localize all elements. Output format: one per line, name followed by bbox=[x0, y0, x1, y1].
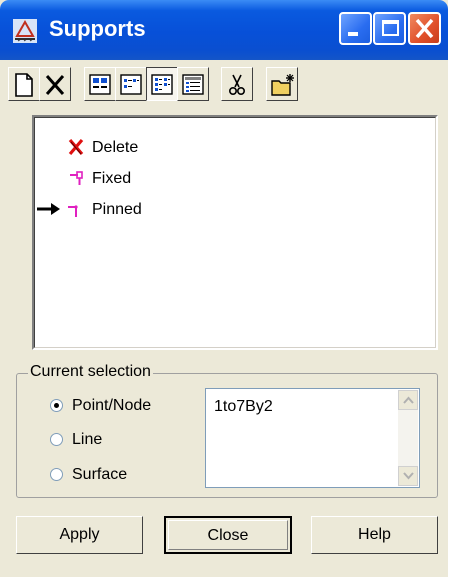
help-label: Help bbox=[358, 526, 391, 543]
red-x-icon bbox=[68, 138, 84, 156]
pinned-support-icon bbox=[68, 205, 78, 217]
large-icons-view-icon bbox=[89, 74, 111, 95]
current-arrow-icon bbox=[37, 203, 60, 215]
radio-point-node[interactable]: Point/Node bbox=[50, 397, 190, 419]
new-folder-button[interactable] bbox=[266, 67, 298, 101]
apply-label: Apply bbox=[59, 526, 100, 543]
supports-dialog: Supports Delete Fixed Pinned Current sel… bbox=[0, 0, 448, 577]
list-item-label: Pinned bbox=[92, 201, 142, 218]
selection-textarea[interactable]: 1to7By2 bbox=[205, 388, 420, 488]
radio-label: Point/Node bbox=[72, 397, 152, 414]
radio-label: Line bbox=[72, 431, 103, 448]
details-view-button[interactable] bbox=[177, 67, 209, 101]
current-selection-legend: Current selection bbox=[28, 363, 153, 381]
radio-surface[interactable]: Surface bbox=[50, 466, 160, 488]
radio-line[interactable]: Line bbox=[50, 431, 150, 453]
scroll-up-button[interactable] bbox=[398, 390, 418, 410]
chevron-down-icon bbox=[403, 472, 414, 480]
radio-indicator bbox=[50, 433, 63, 446]
radio-indicator bbox=[50, 399, 63, 412]
list-view-icon bbox=[151, 74, 173, 95]
radio-label: Surface bbox=[72, 466, 128, 483]
scroll-down-button[interactable] bbox=[398, 466, 418, 486]
delete-toolbar-button[interactable] bbox=[39, 67, 71, 101]
list-item-pinned[interactable]: Pinned bbox=[34, 198, 194, 222]
help-button[interactable]: Help bbox=[311, 516, 438, 554]
close-button[interactable]: Close bbox=[164, 516, 292, 554]
new-folder-icon bbox=[271, 74, 294, 96]
selection-value: 1to7By2 bbox=[214, 398, 273, 415]
close-icon bbox=[415, 18, 434, 39]
cut-button[interactable] bbox=[221, 67, 253, 101]
small-icons-view-icon bbox=[120, 74, 142, 95]
close-label: Close bbox=[207, 527, 249, 544]
maximize-icon bbox=[382, 20, 399, 36]
new-document-icon bbox=[15, 73, 33, 97]
list-item-delete[interactable]: Delete bbox=[68, 136, 188, 160]
x-icon bbox=[45, 75, 65, 95]
large-icons-button[interactable] bbox=[84, 67, 116, 101]
list-item-label: Fixed bbox=[92, 170, 132, 187]
maximize-button[interactable] bbox=[373, 12, 406, 45]
new-button[interactable] bbox=[8, 67, 40, 101]
scissors-icon bbox=[228, 74, 246, 96]
close-window-button[interactable] bbox=[408, 12, 441, 45]
apply-button[interactable]: Apply bbox=[16, 516, 143, 554]
supports-list[interactable]: Delete Fixed Pinned bbox=[32, 115, 438, 350]
title-bar[interactable]: Supports bbox=[0, 0, 448, 60]
minimize-button[interactable] bbox=[339, 12, 372, 45]
fixed-support-icon bbox=[70, 171, 83, 185]
small-icons-button[interactable] bbox=[115, 67, 147, 101]
supports-app-icon bbox=[13, 19, 37, 43]
window-title: Supports bbox=[49, 16, 146, 41]
chevron-up-icon bbox=[403, 396, 414, 404]
minimize-icon bbox=[348, 32, 358, 36]
list-item-fixed[interactable]: Fixed bbox=[68, 167, 188, 191]
toolbar bbox=[8, 67, 446, 105]
list-view-button[interactable] bbox=[146, 67, 178, 101]
radio-indicator bbox=[50, 468, 63, 481]
details-view-icon bbox=[182, 74, 204, 95]
vertical-scrollbar[interactable] bbox=[398, 390, 418, 486]
list-item-label: Delete bbox=[92, 139, 139, 156]
